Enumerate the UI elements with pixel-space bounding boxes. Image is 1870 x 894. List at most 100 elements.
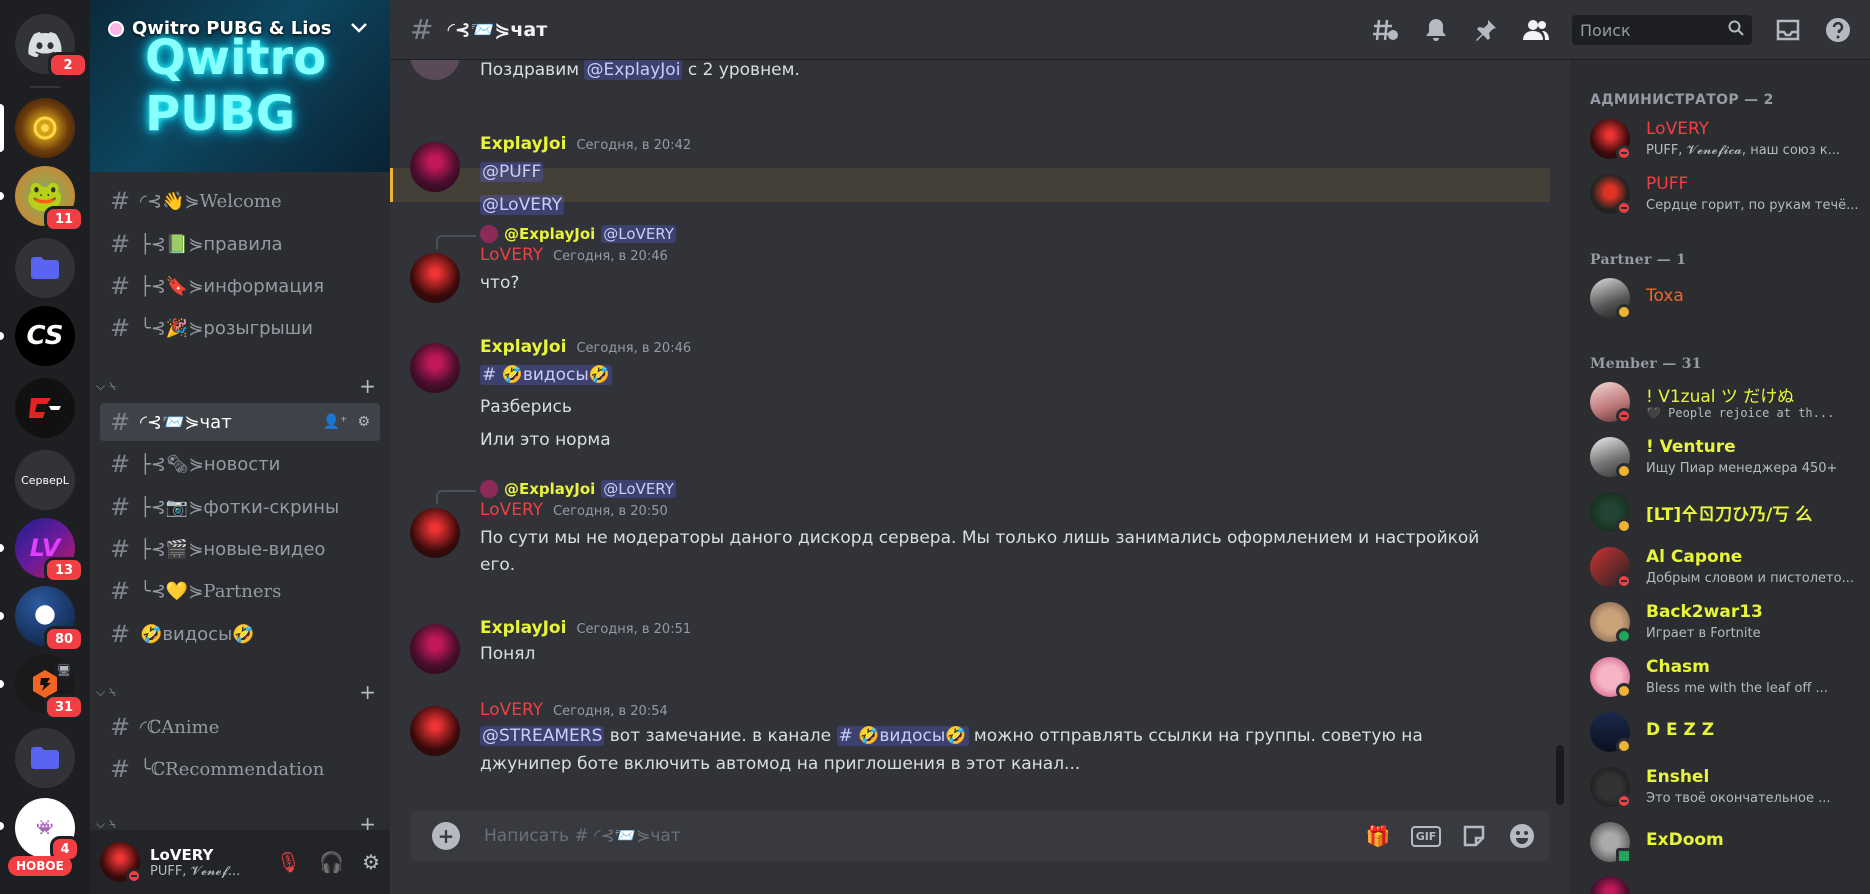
headphones-icon[interactable]: 🎧 bbox=[319, 850, 344, 874]
author-name: LoVERY bbox=[480, 700, 544, 720]
member-item[interactable]: Al Capone Добрым словом и пистолето... bbox=[1590, 541, 1860, 593]
gif-button[interactable]: GIF bbox=[1410, 822, 1442, 850]
channel-news[interactable]: # ├⊰🗞⋟новости bbox=[100, 445, 380, 483]
message-list[interactable]: Поздравим @ExplayJoi с 2 уровнем. Explay… bbox=[390, 60, 1560, 810]
server-folder[interactable] bbox=[15, 238, 75, 298]
channel-chat[interactable]: # ◜⊰📨⋟чат 👤⁺ ⚙ bbox=[100, 403, 380, 441]
avatar[interactable] bbox=[100, 842, 142, 884]
search-input[interactable]: Поиск bbox=[1572, 15, 1752, 45]
sticker-icon[interactable] bbox=[1460, 822, 1488, 850]
folder-icon bbox=[31, 747, 59, 769]
channel-partners[interactable]: # ╰⊰💛⋟Partners bbox=[100, 572, 380, 610]
user-mention[interactable]: @LoVERY bbox=[601, 225, 676, 243]
inbox-icon[interactable] bbox=[1774, 16, 1802, 44]
member-item[interactable]: D E Z Z bbox=[1590, 706, 1860, 758]
role-mention[interactable]: @STREAMERS bbox=[480, 726, 605, 746]
avatar[interactable] bbox=[410, 253, 460, 303]
scrollbar-thumb[interactable] bbox=[1556, 745, 1564, 805]
gif-label: GIF bbox=[1410, 825, 1442, 847]
plus-icon[interactable]: + bbox=[359, 680, 376, 704]
message-author[interactable]: LoVERY Сегодня, в 20:46 bbox=[480, 245, 668, 265]
members-list-icon[interactable] bbox=[1522, 16, 1550, 44]
bell-icon[interactable] bbox=[1422, 16, 1450, 44]
emoji-icon[interactable] bbox=[1508, 822, 1536, 850]
channel-mention[interactable]: # 🤣видосы🤣 bbox=[836, 726, 969, 746]
member-item[interactable]: ! Venture Ищу Пиар менеджера 450+ bbox=[1590, 431, 1860, 483]
server-banner[interactable]: Qwitro PUBG Qwitro PUBG & Lios bbox=[90, 0, 390, 172]
server-icon-text[interactable]: СервepL bbox=[15, 450, 75, 510]
message-text: что? bbox=[480, 273, 520, 293]
attach-plus-icon[interactable]: + bbox=[432, 822, 460, 850]
rail-divider bbox=[30, 86, 60, 88]
message-composer[interactable]: + Написать # ◜⊰📨⋟чат 🎁 GIF bbox=[410, 810, 1550, 862]
server-icon-cs2[interactable] bbox=[15, 378, 75, 438]
text-part: Поздравим bbox=[480, 60, 585, 80]
member-status: Bless me with the leaf off ... bbox=[1646, 681, 1828, 696]
channel-label: ◜⊰👋⋟Welcome bbox=[140, 190, 282, 212]
help-icon[interactable] bbox=[1824, 16, 1852, 44]
mic-muted-icon[interactable]: 🎙 bbox=[276, 850, 301, 874]
status-mobile-icon bbox=[1616, 848, 1632, 864]
pin-icon[interactable] bbox=[1472, 16, 1500, 44]
gift-icon[interactable]: 🎁 bbox=[1364, 822, 1392, 850]
server-name[interactable]: Qwitro PUBG & Lios bbox=[108, 18, 331, 39]
member-item[interactable]: PUFF Сердце горит, по рукам течё... bbox=[1590, 168, 1860, 220]
new-unreads-button[interactable]: НОВОЕ bbox=[8, 856, 72, 876]
avatar[interactable] bbox=[410, 624, 460, 674]
member-item[interactable]: ExDoom bbox=[1590, 816, 1860, 868]
message-author[interactable]: LoVERY Сегодня, в 20:50 bbox=[480, 500, 668, 520]
server-icon-pubg[interactable] bbox=[15, 98, 75, 158]
member-item[interactable]: Back2war13 Играет в Fortnite bbox=[1590, 596, 1860, 648]
category-header[interactable]: ⌵ ⍀ + bbox=[96, 680, 386, 704]
server-icon-cs[interactable]: CS bbox=[15, 306, 75, 366]
channel-videos[interactable]: # 🤣видосы🤣 bbox=[100, 615, 380, 653]
avatar[interactable] bbox=[410, 508, 460, 558]
invite-icon[interactable]: 👤⁺ bbox=[323, 414, 348, 430]
avatar[interactable] bbox=[410, 60, 460, 80]
category-header[interactable]: ⌵ ⍀ + bbox=[96, 374, 386, 398]
channel-new-videos[interactable]: # ├⊰🎬⋟новые-видео bbox=[100, 530, 380, 568]
scrollbar[interactable] bbox=[1556, 60, 1564, 810]
message-author[interactable]: LoVERY Сегодня, в 20:54 bbox=[480, 700, 668, 720]
message-author[interactable]: ExplayJoi Сегодня, в 20:46 bbox=[480, 337, 691, 357]
member-name: [LT]㐃ㄖ刀ひ乃/丂 么 bbox=[1646, 505, 1813, 525]
server-folder-2[interactable] bbox=[15, 728, 75, 788]
avatar[interactable] bbox=[410, 343, 460, 393]
channel-anime[interactable]: # ◜ℂAnime bbox=[100, 708, 380, 746]
cs-logo-icon: CS bbox=[26, 321, 64, 351]
avatar[interactable] bbox=[410, 706, 460, 756]
chevron-down-icon[interactable] bbox=[350, 18, 368, 39]
member-item[interactable]: Enshel Это твоё окончательное ... bbox=[1590, 761, 1860, 813]
member-group-header: Partner — 1 bbox=[1590, 252, 1687, 268]
channel-giveaways[interactable]: # ╰⊰🎉⋟розыгрыши bbox=[100, 309, 380, 347]
user-mention[interactable]: @LoVERY bbox=[480, 195, 565, 215]
member-item[interactable] bbox=[1590, 870, 1860, 894]
member-item[interactable]: Chasm Bless me with the leaf off ... bbox=[1590, 651, 1860, 703]
channel-welcome[interactable]: # ◜⊰👋⋟Welcome bbox=[100, 182, 380, 220]
reply-preview[interactable]: @ExplayJoi @LoVERY bbox=[436, 480, 676, 504]
hash-icon: # bbox=[109, 535, 131, 563]
user-mention[interactable]: @ExplayJoi bbox=[584, 60, 683, 80]
channel-recommendation[interactable]: # ╰ℂRecommendation bbox=[100, 750, 380, 788]
threads-icon[interactable] bbox=[1372, 16, 1400, 44]
message-author[interactable]: ExplayJoi Сегодня, в 20:51 bbox=[480, 618, 691, 638]
user-info[interactable]: LoVERY PUFF, 𝓥𝓮𝓷𝓮𝓯... bbox=[150, 846, 240, 879]
member-item[interactable]: LoVERY PUFF, 𝓥𝓮𝓷𝓮𝓯𝓲𝓬𝓪, наш союз к... bbox=[1590, 113, 1860, 165]
member-item[interactable]: Toxa bbox=[1590, 272, 1860, 324]
member-item[interactable]: [LT]㐃ㄖ刀ひ乃/丂 么 bbox=[1590, 486, 1860, 538]
channel-info[interactable]: # ├⊰🔖⋟информация bbox=[100, 267, 380, 305]
message-author[interactable]: ExplayJoi Сегодня, в 20:42 bbox=[480, 134, 691, 154]
user-mention[interactable]: @LoVERY bbox=[601, 480, 676, 498]
user-mention[interactable]: @PUFF bbox=[480, 162, 544, 182]
avatar[interactable] bbox=[410, 142, 460, 192]
gear-icon[interactable]: ⚙ bbox=[357, 414, 370, 430]
plus-icon[interactable]: + bbox=[359, 374, 376, 398]
channel-screens[interactable]: # ├⊰📷⋟фотки-скрины bbox=[100, 488, 380, 526]
member-item[interactable]: ! V1zual ツ だけぬ 🖤 People rejoice at th... bbox=[1590, 376, 1860, 428]
reply-preview[interactable]: @ExplayJoi @LoVERY bbox=[436, 225, 676, 249]
channel-mention[interactable]: # 🤣видосы🤣 bbox=[480, 365, 612, 385]
channel-rules[interactable]: # ├⊰📗⋟правила bbox=[100, 225, 380, 263]
member-name: Enshel bbox=[1646, 767, 1710, 787]
gear-icon[interactable]: ⚙ bbox=[362, 850, 380, 874]
member-status: Это твоё окончательное ... bbox=[1646, 791, 1831, 806]
